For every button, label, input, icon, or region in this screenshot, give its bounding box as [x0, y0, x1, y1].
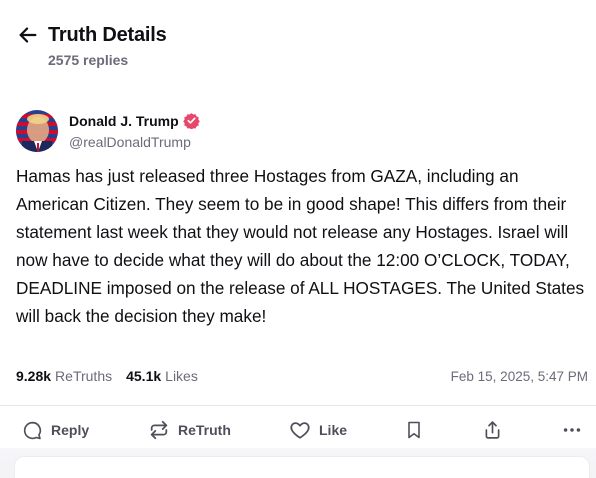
reply-label: Reply [51, 422, 90, 438]
post-timestamp: Feb 15, 2025, 5:47 PM [450, 368, 588, 384]
author-name[interactable]: Donald J. Trump [69, 113, 179, 129]
retruth-button[interactable]: ReTruth [148, 416, 231, 444]
action-bar: Reply ReTruth Like [16, 416, 588, 444]
page-title: Truth Details [48, 23, 167, 46]
likes-stat[interactable]: 45.1k Likes [126, 368, 198, 384]
avatar[interactable] [16, 110, 58, 152]
bookmark-icon [408, 421, 420, 439]
retruths-stat[interactable]: 9.28k ReTruths [16, 368, 112, 384]
reply-button[interactable]: Reply [22, 416, 89, 444]
more-dots-icon [563, 428, 581, 432]
retruth-label: ReTruth [178, 422, 231, 438]
verified-badge-icon [182, 112, 200, 129]
back-button[interactable] [16, 23, 40, 47]
author-handle[interactable]: @realDonaldTrump [69, 134, 200, 150]
divider [0, 405, 596, 406]
retruths-count: 9.28k [16, 368, 52, 384]
avatar-image [16, 110, 58, 152]
post-author: Donald J. Trump @realDonaldTrump [16, 110, 200, 152]
post-stats: 9.28k ReTruths 45.1k Likes Feb 15, 2025,… [16, 368, 588, 384]
reply-count: 2575 replies [48, 52, 129, 68]
share-button[interactable] [482, 416, 503, 444]
name-row: Donald J. Trump [69, 112, 200, 129]
like-button[interactable]: Like [289, 416, 347, 444]
arrow-left-icon [19, 27, 37, 43]
heart-icon [290, 422, 310, 439]
header-row: Truth Details [16, 20, 576, 50]
like-label: Like [319, 422, 348, 438]
share-icon [485, 421, 500, 439]
reply-card [14, 456, 590, 478]
likes-count: 45.1k [126, 368, 162, 384]
bookmark-button[interactable] [404, 416, 424, 444]
retruths-label: ReTruths [55, 368, 113, 384]
reply-bubble-icon [23, 421, 42, 439]
likes-label: Likes [165, 368, 198, 384]
retruth-icon [150, 420, 168, 440]
page-header: Truth Details 2575 replies [16, 20, 576, 68]
author-text: Donald J. Trump @realDonaldTrump [69, 112, 200, 150]
post-text: Hamas has just released three Hostages f… [16, 166, 585, 326]
more-button[interactable] [561, 416, 583, 444]
